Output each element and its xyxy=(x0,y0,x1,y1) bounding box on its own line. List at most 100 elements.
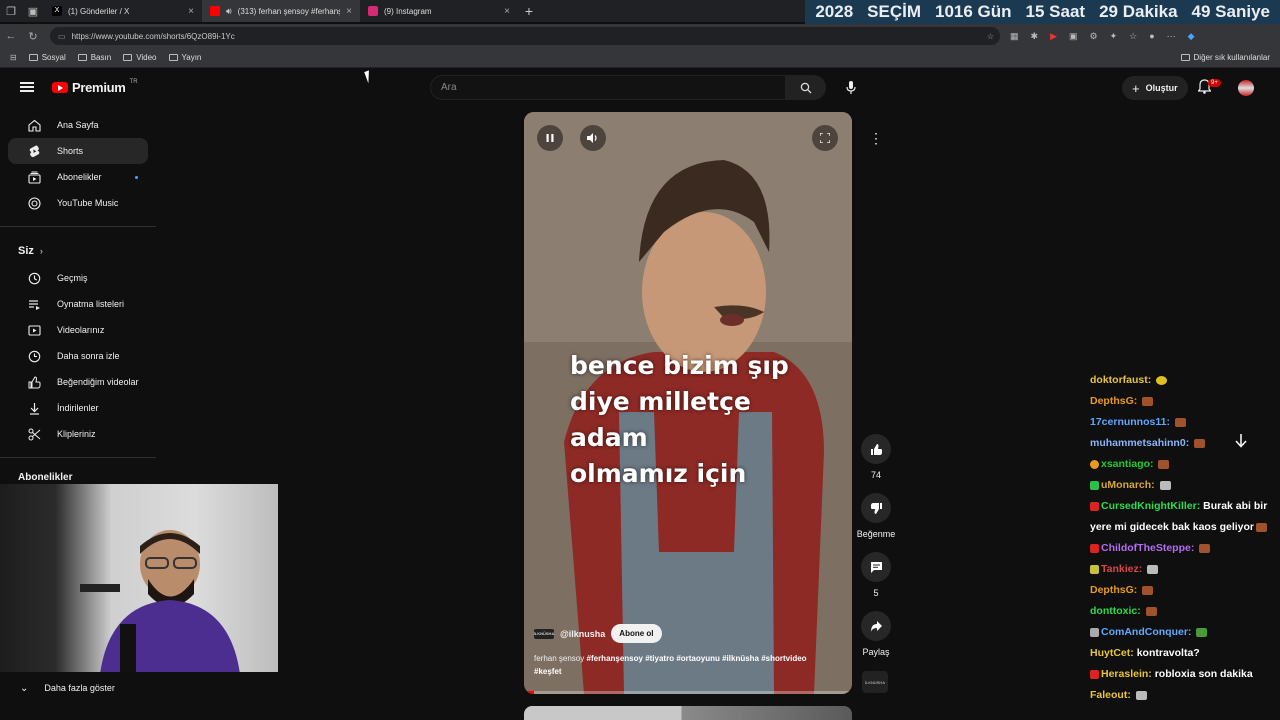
sidebar-item-your-videos[interactable]: Videolarınız xyxy=(8,317,148,343)
url-field[interactable]: ▭ https://www.youtube.com/shorts/6QzO89i… xyxy=(50,27,1000,45)
collections-icon[interactable]: ☆ xyxy=(1129,31,1137,42)
sidebar-item-clips[interactable]: Klipleriniz xyxy=(8,421,148,447)
back-icon[interactable]: ← xyxy=(0,30,22,42)
close-tab-icon[interactable]: × xyxy=(188,6,194,17)
browser-tab-instagram[interactable]: (9) Instagram × xyxy=(360,0,518,22)
copilot-icon[interactable]: ◆ xyxy=(1188,31,1195,42)
bookmark-folder[interactable]: Basın xyxy=(77,53,111,62)
vertical-tabs-icon[interactable]: ▣ xyxy=(22,0,44,22)
reload-icon[interactable]: ↻ xyxy=(22,30,44,43)
chat-username[interactable]: Faleout xyxy=(1090,689,1127,701)
description-hashtags[interactable]: #ferhanşensoy #tiyatro #ortaoyunu #ilknü… xyxy=(587,654,807,663)
sidebar-section-you[interactable]: Siz › xyxy=(0,237,156,265)
like-count: 74 xyxy=(870,470,881,480)
comments-button[interactable]: 5 xyxy=(850,552,902,598)
chat-username[interactable]: CursedKnightKiller xyxy=(1101,500,1197,512)
youtube-logo[interactable]: Premium TR xyxy=(52,79,138,95)
voice-search-button[interactable] xyxy=(838,75,864,101)
fullscreen-button[interactable] xyxy=(812,125,838,151)
menu-dots-icon[interactable]: ⋯ xyxy=(1167,31,1176,42)
bookmarks-menu-icon[interactable]: ⊟ xyxy=(10,53,17,62)
sidebar-item-watch-later[interactable]: Daha sonra izle xyxy=(8,343,148,369)
show-more-button[interactable]: ⌄ Daha fazla göster xyxy=(8,676,148,700)
chat-username[interactable]: DepthsG xyxy=(1090,584,1134,596)
new-tab-button[interactable]: + xyxy=(518,3,540,19)
sidebar-item-liked-videos[interactable]: Beğendiğim videolar xyxy=(8,369,148,395)
chat-username[interactable]: Tankiez xyxy=(1101,563,1139,575)
tab-actions-icon[interactable]: ❐ xyxy=(0,0,22,22)
sidebar-item-history[interactable]: Geçmiş xyxy=(8,265,148,291)
chat-username[interactable]: ChildofTheSteppe xyxy=(1101,542,1191,554)
chat-username[interactable]: ComAndConquer xyxy=(1101,626,1188,638)
subscribe-button[interactable]: Abone ol xyxy=(611,624,662,643)
chat-username[interactable]: Heraslein xyxy=(1101,668,1148,680)
extension-icon[interactable]: ⚙ xyxy=(1090,31,1098,42)
extension-icon[interactable]: ▦ xyxy=(1010,31,1019,42)
favorite-star-icon[interactable]: ☆ xyxy=(987,32,994,41)
more-options-icon[interactable]: ⋮ xyxy=(866,128,886,148)
countdown-label: SEÇİM xyxy=(867,2,921,21)
chat-message: DepthsG: xyxy=(1090,580,1275,601)
profile-icon[interactable]: ● xyxy=(1149,31,1154,42)
search-input[interactable] xyxy=(441,82,785,93)
chat-emote-icon xyxy=(1158,459,1170,469)
scroll-down-arrow-icon[interactable] xyxy=(1228,428,1254,454)
sidebar-item-shorts[interactable]: Shorts xyxy=(8,138,148,164)
search-button[interactable] xyxy=(786,75,826,100)
sidebar-item-youtube-music[interactable]: YouTube Music xyxy=(8,190,148,216)
close-tab-icon[interactable]: × xyxy=(346,6,352,17)
search-box[interactable] xyxy=(430,75,786,100)
share-button[interactable]: Paylaş xyxy=(850,611,902,657)
chat-username[interactable]: uMonarch xyxy=(1101,479,1151,491)
caption-line: olmamız için xyxy=(570,459,747,488)
channel-logo[interactable]: İLKNÜSHA xyxy=(534,628,554,639)
bookmark-folder[interactable]: Video xyxy=(123,53,157,62)
streamer-webcam xyxy=(0,484,278,672)
chat-username[interactable]: donttoxic xyxy=(1090,605,1137,617)
channel-avatar[interactable]: İLKNÜSHA xyxy=(862,671,888,693)
bookmark-folder[interactable]: Yayın xyxy=(168,53,201,62)
chat-username[interactable]: muhammetsahinn0 xyxy=(1090,437,1186,449)
chat-separator: : xyxy=(1133,395,1141,407)
sidebar-item-subscriptions[interactable]: Abonelikler xyxy=(8,164,148,190)
channel-handle[interactable]: @ilknusha xyxy=(560,629,605,639)
avatar[interactable] xyxy=(1238,80,1254,96)
create-button[interactable]: + Oluştur xyxy=(1122,76,1188,100)
folder-icon xyxy=(77,54,87,61)
sidebar-item-label: Ana Sayfa xyxy=(57,120,99,130)
youtube-header: Premium TR + Oluştur xyxy=(0,70,1280,106)
extension-icon[interactable]: ✦ xyxy=(1110,31,1118,42)
hamburger-menu-icon[interactable] xyxy=(20,82,34,92)
sidebar-item-downloads[interactable]: İndirilenler xyxy=(8,395,148,421)
playlist-icon xyxy=(28,298,41,311)
dislike-label: Beğenme xyxy=(856,529,896,539)
chat-username[interactable]: xsantiago xyxy=(1101,458,1150,470)
browser-tab-x[interactable]: X (1) Gönderiler / X × xyxy=(44,0,202,22)
volume-button[interactable] xyxy=(580,125,606,151)
pause-button[interactable] xyxy=(537,125,563,151)
sidebar-item-home[interactable]: Ana Sayfa xyxy=(8,112,148,138)
sidebar-item-label: Beğendiğim videolar xyxy=(57,377,139,387)
other-bookmarks[interactable]: Diğer sık kullanılanlar xyxy=(1180,53,1270,62)
comment-icon xyxy=(861,552,891,582)
browser-tab-youtube[interactable]: 🔊︎ (313) ferhan şensoy #ferhanş × xyxy=(202,0,360,22)
bookmark-folder[interactable]: Sosyal xyxy=(28,53,66,62)
like-button[interactable]: 74 xyxy=(850,434,902,480)
chat-username[interactable]: DepthsG xyxy=(1090,395,1134,407)
speaker-icon[interactable]: 🔊︎ xyxy=(226,6,232,17)
chat-username[interactable]: 17cernunnos11 xyxy=(1090,416,1166,428)
chat-message: doktorfaust: xyxy=(1090,370,1275,391)
description-hashtag[interactable]: #keşfet xyxy=(534,667,562,676)
extension-icon[interactable]: ▶ xyxy=(1050,31,1057,42)
video-progress-bar[interactable] xyxy=(524,691,852,694)
chat-username[interactable]: HuytCet xyxy=(1090,647,1130,659)
close-tab-icon[interactable]: × xyxy=(504,6,510,17)
next-short-preview[interactable] xyxy=(524,706,852,720)
shorts-video-player[interactable]: bence bizim şıp diye milletçe adam olmam… xyxy=(524,112,852,694)
sidebar-item-playlists[interactable]: Oynatma listeleri xyxy=(8,291,148,317)
site-info-icon[interactable]: ▭ xyxy=(58,32,66,41)
extension-icon[interactable]: ▣ xyxy=(1069,31,1078,42)
extension-icon[interactable]: ✱ xyxy=(1031,31,1039,42)
dislike-button[interactable]: Beğenme xyxy=(850,493,902,539)
chat-username[interactable]: doktorfaust xyxy=(1090,374,1148,386)
